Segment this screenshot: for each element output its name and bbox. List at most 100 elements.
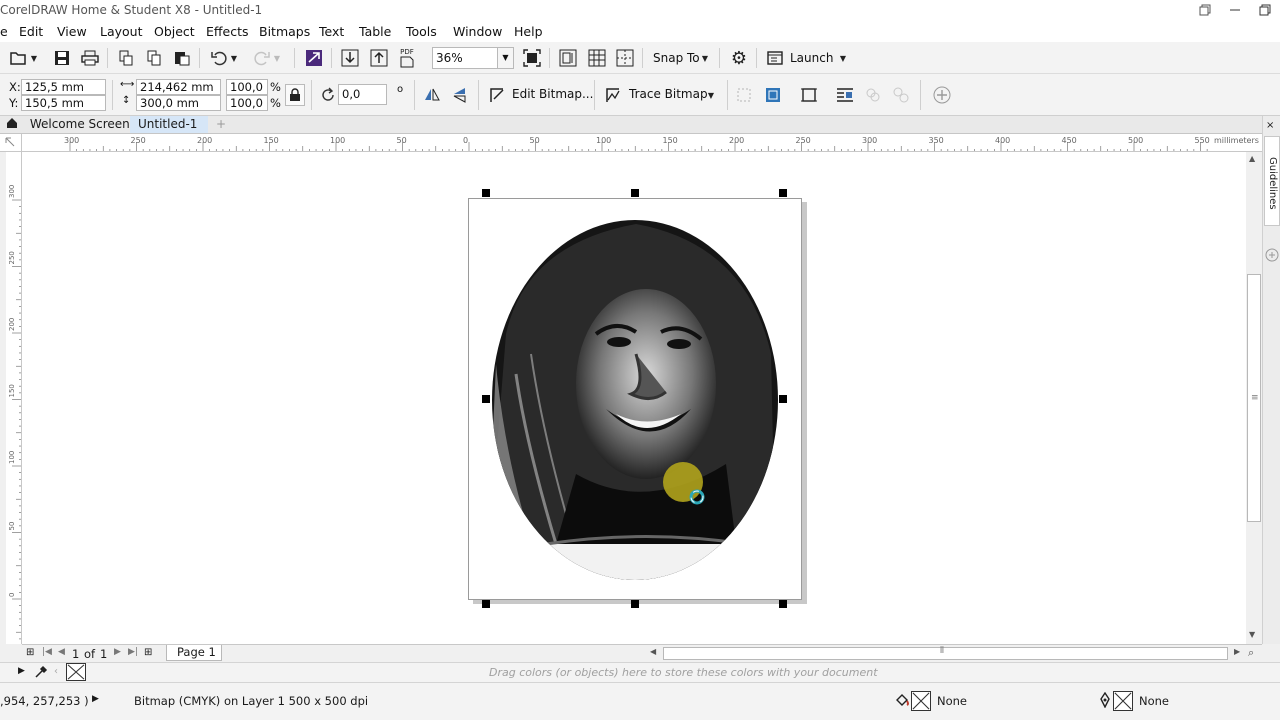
menu-edit[interactable]: Edit xyxy=(19,24,43,39)
horizontal-ruler[interactable]: 300 250 200 150 100 50 0 50 100 150 200 250 300 350 40… xyxy=(22,134,1262,152)
search-content-icon[interactable] xyxy=(303,47,325,69)
fill-bucket-icon[interactable] xyxy=(894,692,910,711)
previous-page-icon[interactable]: ◀ xyxy=(58,647,65,657)
object-width-input[interactable]: 214,462 mm xyxy=(136,79,221,95)
undo-dropdown-icon[interactable]: ▼ xyxy=(228,47,240,69)
snap-to-dropdown-icon[interactable]: ▼ xyxy=(698,47,712,69)
chevron-down-icon[interactable]: ▼ xyxy=(497,48,513,68)
selection-handle-left[interactable] xyxy=(482,395,490,403)
next-page-icon[interactable]: ▶ xyxy=(114,647,121,657)
save-icon[interactable] xyxy=(51,47,73,69)
eyedropper-icon[interactable] xyxy=(34,665,48,682)
no-color-swatch[interactable] xyxy=(66,663,86,681)
restore-icon[interactable] xyxy=(1190,0,1220,20)
palette-scroll-left-icon[interactable]: ‹ xyxy=(54,666,58,677)
launch-label[interactable]: Launch xyxy=(790,51,833,65)
vertical-ruler[interactable]: 300 250 200 150 100 50 0 xyxy=(6,152,22,644)
fill-none-swatch[interactable] xyxy=(911,691,931,711)
ruler-origin-corner[interactable] xyxy=(0,134,22,152)
show-guidelines-icon[interactable] xyxy=(614,47,636,69)
menu-bitmaps[interactable]: Bitmaps xyxy=(259,24,310,39)
zoom-level-combo[interactable]: 36% ▼ xyxy=(432,47,514,69)
maximize-icon[interactable] xyxy=(1250,0,1280,20)
launch-icon[interactable] xyxy=(764,47,786,69)
resample-icon[interactable] xyxy=(762,84,784,106)
selection-handle-right[interactable] xyxy=(779,395,787,403)
menu-view[interactable]: View xyxy=(57,24,87,39)
edit-bitmap-icon[interactable] xyxy=(486,84,508,106)
selection-handle-top-right[interactable] xyxy=(779,189,787,197)
scroll-down-icon[interactable]: ▼ xyxy=(1249,630,1255,639)
selection-handle-top-left[interactable] xyxy=(482,189,490,197)
wrap-text-icon[interactable] xyxy=(834,84,856,106)
show-grid-icon[interactable] xyxy=(586,47,608,69)
tab-untitled-1[interactable]: Untitled-1 xyxy=(130,116,208,133)
bitmap-bounding-icon[interactable] xyxy=(798,84,820,106)
menu-tools[interactable]: Tools xyxy=(406,24,437,39)
launch-dropdown-icon[interactable]: ▼ xyxy=(836,47,850,69)
first-page-icon[interactable]: |◀ xyxy=(42,647,52,657)
combine-disabled-icon[interactable] xyxy=(862,84,884,106)
import-icon[interactable] xyxy=(339,47,361,69)
scroll-up-icon[interactable]: ▲ xyxy=(1249,154,1255,163)
zoom-navigator-icon[interactable]: ⌕ xyxy=(1248,646,1254,660)
cut-icon[interactable] xyxy=(115,47,137,69)
add-page-after-icon[interactable]: ⊞ xyxy=(144,647,152,658)
x-position-input[interactable]: 125,5 mm xyxy=(21,79,106,95)
scroll-left-icon[interactable]: ◀ xyxy=(650,647,656,656)
mirror-vertical-icon[interactable] xyxy=(450,84,472,106)
rotate-icon[interactable] xyxy=(317,84,339,106)
close-icon[interactable]: × xyxy=(1266,120,1278,131)
trace-bitmap-icon[interactable] xyxy=(602,84,624,106)
add-icon[interactable] xyxy=(931,84,953,106)
new-tab-plus-icon[interactable]: + xyxy=(208,116,228,133)
lock-ratio-icon[interactable] xyxy=(285,84,305,106)
tab-guidelines[interactable]: Guidelines xyxy=(1264,136,1280,226)
trace-bitmap-button[interactable]: Trace Bitmap xyxy=(629,87,708,101)
print-icon[interactable] xyxy=(79,47,101,69)
menu-text[interactable]: Text xyxy=(319,24,344,39)
menu-table[interactable]: Table xyxy=(359,24,391,39)
copy-icon[interactable] xyxy=(143,47,165,69)
scale-x-input[interactable]: 100,0 xyxy=(226,79,268,95)
undo-icon[interactable] xyxy=(208,47,230,69)
palette-expand-icon[interactable]: ▶ xyxy=(18,666,25,676)
outline-none-swatch[interactable] xyxy=(1113,691,1133,711)
selection-handle-bottom-left[interactable] xyxy=(482,600,490,608)
redo-icon[interactable] xyxy=(251,47,273,69)
selection-handle-bottom[interactable] xyxy=(631,600,639,608)
menu-object[interactable]: Object xyxy=(154,24,195,39)
outline-pen-icon[interactable] xyxy=(1098,691,1112,711)
add-docker-icon[interactable] xyxy=(1265,248,1279,262)
vertical-scrollbar[interactable]: ▲ ≡ ▼ xyxy=(1246,152,1262,644)
rotation-angle-input[interactable]: 0,0 xyxy=(338,84,387,105)
gear-icon[interactable]: ⚙ xyxy=(728,47,750,69)
vertical-scroll-thumb[interactable]: ≡ xyxy=(1247,274,1261,522)
menu-help[interactable]: Help xyxy=(514,24,543,39)
drawing-canvas[interactable] xyxy=(22,152,1246,644)
menu-effects[interactable]: Effects xyxy=(206,24,249,39)
menu-file-edge[interactable]: e xyxy=(0,24,8,39)
bitmap-image[interactable] xyxy=(486,214,784,586)
add-page-before-icon[interactable]: ⊞ xyxy=(26,647,34,658)
full-screen-preview-icon[interactable] xyxy=(557,47,579,69)
crop-bitmap-icon[interactable] xyxy=(733,84,755,106)
last-page-icon[interactable]: ▶| xyxy=(128,647,138,657)
export-pdf-icon[interactable]: PDF xyxy=(396,47,418,69)
paste-icon[interactable] xyxy=(171,47,193,69)
redo-dropdown-icon[interactable]: ▼ xyxy=(271,47,283,69)
horizontal-scroll-thumb[interactable]: ⦀ xyxy=(663,646,1228,660)
selection-handle-bottom-right[interactable] xyxy=(779,600,787,608)
menu-window[interactable]: Window xyxy=(453,24,502,39)
selection-handle-top[interactable] xyxy=(631,189,639,197)
mirror-horizontal-icon[interactable] xyxy=(421,84,443,106)
edit-bitmap-button[interactable]: Edit Bitmap... xyxy=(512,87,593,101)
trace-bitmap-dropdown-icon[interactable]: ▼ xyxy=(704,84,718,106)
scale-y-input[interactable]: 100,0 xyxy=(226,95,268,111)
status-expand-icon[interactable]: ▶ xyxy=(92,694,99,704)
snap-to-label[interactable]: Snap To xyxy=(653,51,700,65)
menu-layout[interactable]: Layout xyxy=(100,24,143,39)
scroll-right-icon[interactable]: ▶ xyxy=(1234,647,1240,656)
zoom-to-page-icon[interactable] xyxy=(521,47,543,69)
y-position-input[interactable]: 150,5 mm xyxy=(21,95,106,111)
